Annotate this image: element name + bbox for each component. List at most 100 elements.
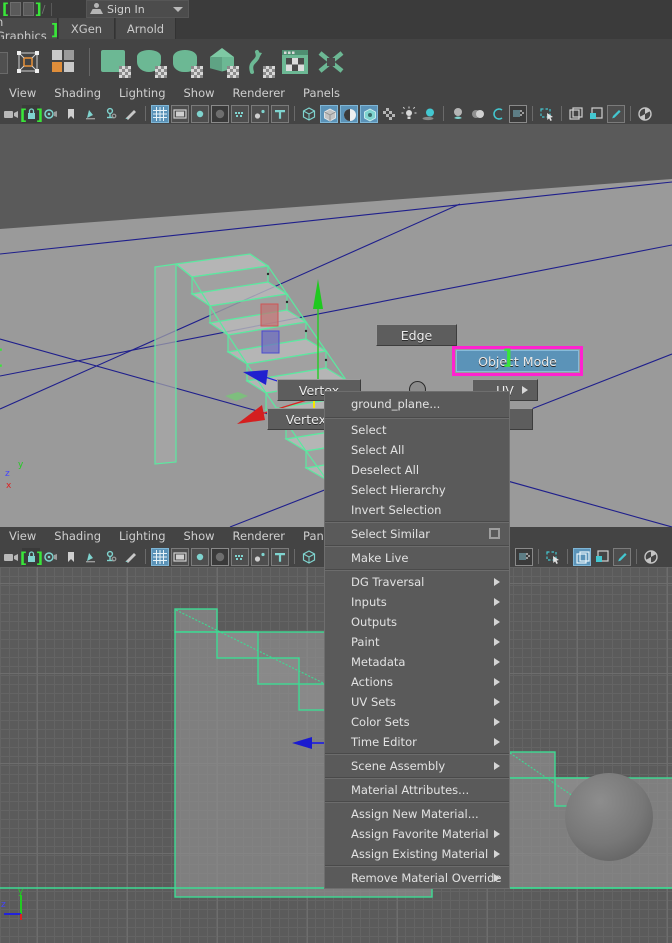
wireframe-shading-icon-2[interactable] <box>300 548 318 566</box>
select-camera-icon-2[interactable] <box>2 548 20 566</box>
context-menu-item-deselect-all[interactable]: Deselect All <box>325 460 509 480</box>
menu-show-2[interactable]: Show <box>175 527 224 546</box>
chevron-down-icon[interactable] <box>173 7 183 12</box>
multi-component-icon[interactable] <box>48 46 80 78</box>
depth-of-field-icon-2[interactable] <box>515 547 533 566</box>
ik-handle-icon-2[interactable] <box>102 548 120 566</box>
menu-lighting[interactable]: Lighting <box>110 84 174 103</box>
uv-automatic-icon[interactable] <box>243 46 275 78</box>
context-menu-item-dg-traversal[interactable]: DG Traversal <box>325 572 509 592</box>
grid-toggle-icon[interactable] <box>151 104 169 123</box>
context-menu-item-invert-selection[interactable]: Invert Selection <box>325 500 509 520</box>
wireframe-shading-icon[interactable] <box>300 105 318 123</box>
render-view-icon-2[interactable] <box>642 548 660 566</box>
menu-show[interactable]: Show <box>175 84 224 103</box>
uv-cylinder-icon[interactable] <box>135 46 167 78</box>
context-menu-item-select-all[interactable]: Select All <box>325 440 509 460</box>
bookmark-icon[interactable] <box>62 105 80 123</box>
xray-joints-icon-2[interactable] <box>251 547 269 566</box>
paint-effects-icon-2[interactable] <box>122 548 140 566</box>
context-menu-item-paint[interactable]: Paint <box>325 632 509 652</box>
menu-lighting-2[interactable]: Lighting <box>110 527 174 546</box>
grease-pencil-icon[interactable] <box>82 105 100 123</box>
bookmark-icon-2[interactable] <box>62 548 80 566</box>
lock-camera-icon-2[interactable]: [ ] <box>20 547 43 567</box>
uv-editor-icon[interactable] <box>279 46 311 78</box>
sign-in-dropdown[interactable]: Sign In <box>86 0 189 18</box>
panel-two-icon[interactable] <box>587 105 605 123</box>
tab-arnold[interactable]: Arnold <box>116 18 176 39</box>
xray-joints-icon[interactable] <box>251 104 269 123</box>
select-camera-icon[interactable] <box>2 105 20 123</box>
film-gate-icon[interactable] <box>171 104 189 123</box>
context-menu-item-remove-material-override[interactable]: Remove Material Override <box>325 868 509 888</box>
camera-attributes-icon-2[interactable] <box>42 548 60 566</box>
uv-cut-icon[interactable] <box>315 46 347 78</box>
render-view-icon[interactable] <box>636 105 654 123</box>
lock-camera-icon[interactable]: [ ] <box>20 104 43 124</box>
film-gate-icon-2[interactable] <box>171 547 189 566</box>
screen-space-ao-icon[interactable] <box>449 105 467 123</box>
uv-sphere-icon[interactable] <box>171 46 203 78</box>
context-menu-item-inputs[interactable]: Inputs <box>325 592 509 612</box>
select-similar-checkbox[interactable] <box>489 528 500 539</box>
panel-snapshot-icon-2[interactable] <box>613 547 631 566</box>
xray-toggle-icon-2[interactable] <box>231 547 249 566</box>
menu-renderer-2[interactable]: Renderer <box>224 527 295 546</box>
menu-shading[interactable]: Shading <box>45 84 110 103</box>
texture-shading-icon[interactable] <box>360 104 378 123</box>
context-menu-item-make-live[interactable]: Make Live <box>325 548 509 568</box>
texture-toggle-icon-2[interactable] <box>271 547 289 566</box>
texture-toggle-icon[interactable] <box>271 104 289 123</box>
context-menu-item-metadata[interactable]: Metadata <box>325 652 509 672</box>
context-menu-item-uv-sets[interactable]: UV Sets <box>325 692 509 712</box>
menu-view-2[interactable]: View <box>0 527 45 546</box>
menu-panels[interactable]: Panels <box>294 84 349 103</box>
shelf-icon-partial[interactable] <box>0 46 8 78</box>
resolution-gate-icon[interactable] <box>191 104 209 123</box>
panel-single-icon-2[interactable] <box>573 547 591 566</box>
use-all-lights-icon[interactable] <box>400 105 418 123</box>
isolate-select-icon[interactable] <box>538 105 556 123</box>
tab-graphics[interactable]: n Graphics <box>0 15 58 43</box>
context-menu-item-scene-assembly[interactable]: Scene Assembly <box>325 756 509 776</box>
shaded-with-wireframe-icon[interactable] <box>340 104 358 123</box>
context-menu-item-actions[interactable]: Actions <box>325 672 509 692</box>
paint-effects-icon[interactable] <box>122 105 140 123</box>
context-menu-item-assign-existing-material[interactable]: Assign Existing Material <box>325 844 509 864</box>
uv-cube-icon[interactable] <box>207 46 239 78</box>
tab-xgen[interactable]: XGen <box>59 18 115 39</box>
panel-single-icon[interactable] <box>567 105 585 123</box>
uv-plane-icon[interactable] <box>99 46 131 78</box>
context-menu-item-time-editor[interactable]: Time Editor <box>325 732 509 752</box>
context-menu-item-select-hierarchy[interactable]: Select Hierarchy <box>325 480 509 500</box>
context-menu[interactable]: ground_plane... Select Select All Desele… <box>324 391 510 889</box>
menu-view[interactable]: View <box>0 84 45 103</box>
menu-shading-2[interactable]: Shading <box>45 527 110 546</box>
depth-of-field-icon[interactable] <box>509 104 527 123</box>
panel-two-icon-2[interactable] <box>593 548 611 566</box>
context-menu-item-select-similar[interactable]: Select Similar <box>325 524 509 544</box>
context-menu-item-color-sets[interactable]: Color Sets <box>325 712 509 732</box>
context-menu-item-select[interactable]: Select <box>325 420 509 440</box>
panel-snapshot-icon[interactable] <box>607 104 625 123</box>
context-menu-item-assign-favorite-material[interactable]: Assign Favorite Material <box>325 824 509 844</box>
ik-handle-icon[interactable] <box>102 105 120 123</box>
marking-menu-item-edge[interactable]: Edge <box>376 324 457 346</box>
smooth-shading-icon[interactable] <box>320 104 338 123</box>
isolate-select-icon-2[interactable] <box>544 548 562 566</box>
motion-blur-icon[interactable] <box>469 105 487 123</box>
context-menu-item-assign-new-material[interactable]: Assign New Material... <box>325 804 509 824</box>
gate-mask-icon[interactable] <box>211 104 229 123</box>
menu-renderer[interactable]: Renderer <box>224 84 295 103</box>
resolution-gate-icon-2[interactable] <box>191 547 209 566</box>
multisample-aa-icon[interactable] <box>489 105 507 123</box>
gate-mask-icon-2[interactable] <box>211 547 229 566</box>
grease-pencil-icon-2[interactable] <box>82 548 100 566</box>
shadows-icon[interactable] <box>420 105 438 123</box>
grid-toggle-icon-2[interactable] <box>151 547 169 566</box>
context-menu-item-material-attributes[interactable]: Material Attributes... <box>325 780 509 800</box>
camera-attributes-icon[interactable] <box>42 105 60 123</box>
texture-checker-icon[interactable] <box>380 105 398 123</box>
context-menu-item-outputs[interactable]: Outputs <box>325 612 509 632</box>
